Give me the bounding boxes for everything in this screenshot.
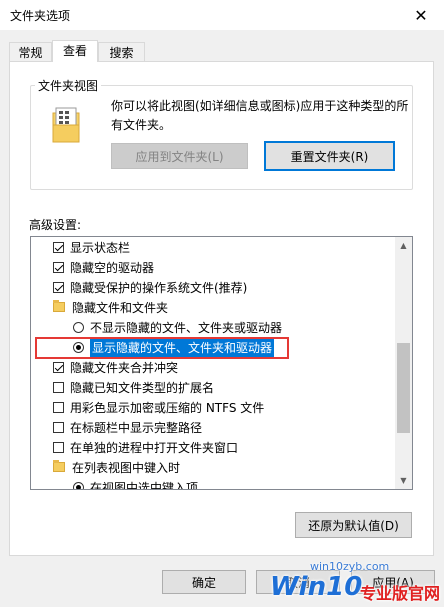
tab-view[interactable]: 查看 [52, 40, 98, 62]
watermark: win10zyb.com Win10 专业版官网 [270, 560, 440, 605]
vertical-scrollbar[interactable]: ▲ ▼ [395, 237, 412, 489]
tree-item-label: 不显示隐藏的文件、文件夹或驱动器 [90, 320, 283, 335]
folder-icon [52, 107, 80, 143]
tree-item-label: 显示状态栏 [70, 240, 131, 255]
checkbox-icon[interactable] [53, 401, 64, 413]
checkbox-icon[interactable] [53, 441, 64, 453]
watermark-brand: Win10 [270, 572, 363, 602]
tree-item-full-path-title[interactable]: 在标题栏中显示完整路径 [53, 417, 202, 437]
watermark-tagline: 专业版官网 [360, 584, 441, 603]
scrollbar-thumb[interactable] [397, 343, 410, 433]
tree-item-hide-empty-drives[interactable]: 隐藏空的驱动器 [53, 257, 154, 277]
highlight-box [35, 337, 289, 359]
radio-icon[interactable] [73, 481, 84, 489]
tree-item-label: 用彩色显示加密或压缩的 NTFS 文件 [70, 400, 265, 415]
tree-group-label: 在列表视图中键入时 [72, 460, 181, 475]
title-bar: 文件夹选项 ✕ [0, 0, 444, 30]
tree-item-hide-merge-conflicts[interactable]: 隐藏文件夹合并冲突 [53, 357, 178, 377]
restore-defaults-button[interactable]: 还原为默认值(D) [295, 512, 412, 538]
close-button[interactable]: ✕ [398, 0, 444, 30]
advanced-settings-label: 高级设置: [29, 218, 82, 232]
apply-to-folders-button[interactable]: 应用到文件夹(L) [111, 143, 248, 169]
tree-item-label: 在标题栏中显示完整路径 [70, 420, 203, 435]
scroll-down-icon[interactable]: ▼ [395, 472, 412, 489]
advanced-settings-tree[interactable]: 显示状态栏 隐藏空的驱动器 隐藏受保护的操作系统文件(推荐) 隐藏文件和文件夹 … [30, 236, 413, 490]
tree-item-show-status-bar[interactable]: 显示状态栏 [53, 237, 130, 257]
tree-item-dont-show-hidden[interactable]: 不显示隐藏的文件、文件夹或驱动器 [73, 317, 282, 337]
reset-folders-button[interactable]: 重置文件夹(R) [264, 141, 395, 171]
tree-group-list-typing: 在列表视图中键入时 [53, 457, 180, 477]
tree-item-label: 隐藏已知文件类型的扩展名 [70, 380, 215, 395]
folder-icon [53, 460, 65, 472]
checkbox-icon[interactable] [53, 381, 64, 393]
folder-icon [53, 300, 65, 312]
scroll-up-icon[interactable]: ▲ [395, 237, 412, 254]
tree-item-hide-protected-os-files[interactable]: 隐藏受保护的操作系统文件(推荐) [53, 277, 247, 297]
tree-item-label: 隐藏受保护的操作系统文件(推荐) [70, 280, 248, 295]
tree-group-hidden-files: 隐藏文件和文件夹 [53, 297, 168, 317]
checkbox-icon[interactable] [53, 241, 64, 253]
tree-item-label: 隐藏文件夹合并冲突 [70, 360, 179, 375]
tree-item-label: 隐藏空的驱动器 [70, 260, 155, 275]
checkbox-icon[interactable] [53, 261, 64, 273]
folder-views-description-line2: 有文件夹。 [111, 118, 172, 132]
tree-item-label: 在单独的进程中打开文件夹窗口 [70, 440, 239, 455]
checkbox-icon[interactable] [53, 421, 64, 433]
tree-item-select-typed[interactable]: 在视图中选中键入项 [73, 477, 199, 490]
tree-item-hide-extensions[interactable]: 隐藏已知文件类型的扩展名 [53, 377, 214, 397]
checkbox-icon[interactable] [53, 281, 64, 293]
folder-views-description-line1: 你可以将此视图(如详细信息或图标)应用于这种类型的所 [111, 99, 409, 113]
tab-search[interactable]: 搜索 [98, 42, 145, 62]
tree-group-label: 隐藏文件和文件夹 [72, 300, 169, 315]
close-icon: ✕ [414, 5, 428, 25]
folder-views-legend: 文件夹视图 [35, 77, 102, 94]
ok-button[interactable]: 确定 [162, 570, 246, 594]
tree-item-separate-process[interactable]: 在单独的进程中打开文件夹窗口 [53, 437, 238, 457]
radio-icon[interactable] [73, 321, 84, 333]
tree-item-color-ntfs[interactable]: 用彩色显示加密或压缩的 NTFS 文件 [53, 397, 264, 417]
tab-general[interactable]: 常规 [9, 42, 52, 62]
window-title: 文件夹选项 [10, 9, 71, 23]
tree-item-label: 在视图中选中键入项 [90, 480, 199, 490]
checkbox-icon[interactable] [53, 361, 64, 373]
